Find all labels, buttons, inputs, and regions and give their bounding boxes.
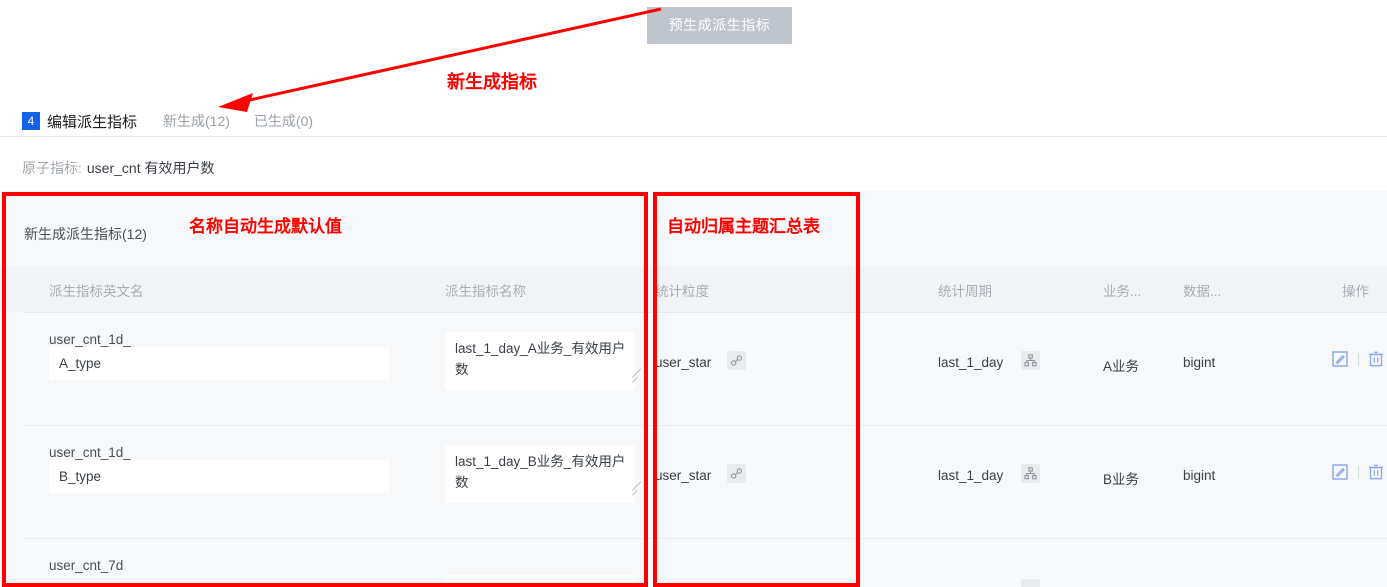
- delete-icon[interactable]: [1368, 464, 1384, 480]
- hierarchy-icon[interactable]: [1021, 464, 1040, 483]
- cn-name-textarea[interactable]: [445, 575, 635, 587]
- eng-name-input[interactable]: [49, 460, 389, 493]
- eng-name-prefix: user_cnt_1d_: [49, 445, 131, 460]
- period-value: last_1_day: [938, 468, 1004, 483]
- delete-icon[interactable]: [1368, 351, 1384, 367]
- atomic-metric-value: user_cnt 有效用户数: [86, 160, 215, 176]
- node-link-icon[interactable]: [727, 351, 746, 370]
- atomic-metric-line: 原子指标: user_cnt 有效用户数: [22, 158, 214, 178]
- hierarchy-icon[interactable]: [1021, 579, 1040, 587]
- step-number-badge: 4: [22, 112, 40, 130]
- cn-name-textarea[interactable]: last_1_day_B业务_有效用户数: [445, 445, 635, 503]
- top-action-bar: 预生成派生指标: [0, 0, 1387, 72]
- hierarchy-icon[interactable]: [1021, 351, 1040, 370]
- pregenerate-derived-metric-button[interactable]: 预生成派生指标: [647, 7, 792, 44]
- derived-metric-panel: 新生成派生指标(12) 派生指标英文名 派生指标名称 统计粒度 统计周期 业务.…: [0, 191, 1387, 587]
- table-row: user_cnt_7d: [0, 539, 1387, 587]
- eng-name-prefix: user_cnt_7d: [49, 558, 124, 573]
- step-header-divider: [0, 136, 1387, 137]
- datatype-value: bigint: [1183, 468, 1216, 483]
- period-value: last_1_day: [938, 355, 1004, 370]
- business-value: A业务: [1103, 359, 1140, 374]
- column-header-granularity: 统计粒度: [655, 284, 709, 299]
- column-header-actions: 操作: [1342, 284, 1369, 299]
- edit-icon[interactable]: [1332, 351, 1348, 367]
- eng-name-input[interactable]: [49, 347, 389, 380]
- business-value: B业务: [1103, 472, 1140, 487]
- eng-name-prefix: user_cnt_1d_: [49, 332, 131, 347]
- tab-new-generated[interactable]: 新生成(12): [163, 111, 230, 131]
- table-header-row: 派生指标英文名 派生指标名称 统计粒度 统计周期 业务... 数据... 操作: [0, 266, 1387, 312]
- action-divider: [1358, 466, 1359, 479]
- column-header-business: 业务...: [1103, 284, 1142, 299]
- column-header-period: 统计周期: [938, 284, 992, 299]
- table-row: user_cnt_1d_ last_1_day_B业务_有效用户数 user_s…: [0, 426, 1387, 539]
- table-row: user_cnt_1d_ last_1_day_A业务_有效用户数 user_s…: [0, 313, 1387, 426]
- node-link-icon[interactable]: [727, 464, 746, 483]
- step-header: 4 编辑派生指标 新生成(12) 已生成(0): [0, 104, 1387, 138]
- panel-title: 新生成派生指标(12): [24, 226, 147, 242]
- page-root: 预生成派生指标 4 编辑派生指标 新生成(12) 已生成(0) 原子指标: use…: [0, 0, 1387, 587]
- column-header-datatype: 数据...: [1183, 284, 1222, 299]
- cn-name-textarea[interactable]: last_1_day_A业务_有效用户数: [445, 332, 635, 390]
- granularity-value: user_star: [655, 355, 712, 370]
- atomic-metric-label: 原子指标:: [22, 160, 82, 176]
- column-header-eng-name: 派生指标英文名: [49, 284, 144, 299]
- page-title: 编辑派生指标: [47, 113, 138, 131]
- granularity-value: user_star: [655, 468, 712, 483]
- edit-icon[interactable]: [1332, 464, 1348, 480]
- column-header-cn-name: 派生指标名称: [445, 284, 526, 299]
- datatype-value: bigint: [1183, 355, 1216, 370]
- action-divider: [1358, 353, 1359, 366]
- tab-already-generated[interactable]: 已生成(0): [254, 111, 313, 131]
